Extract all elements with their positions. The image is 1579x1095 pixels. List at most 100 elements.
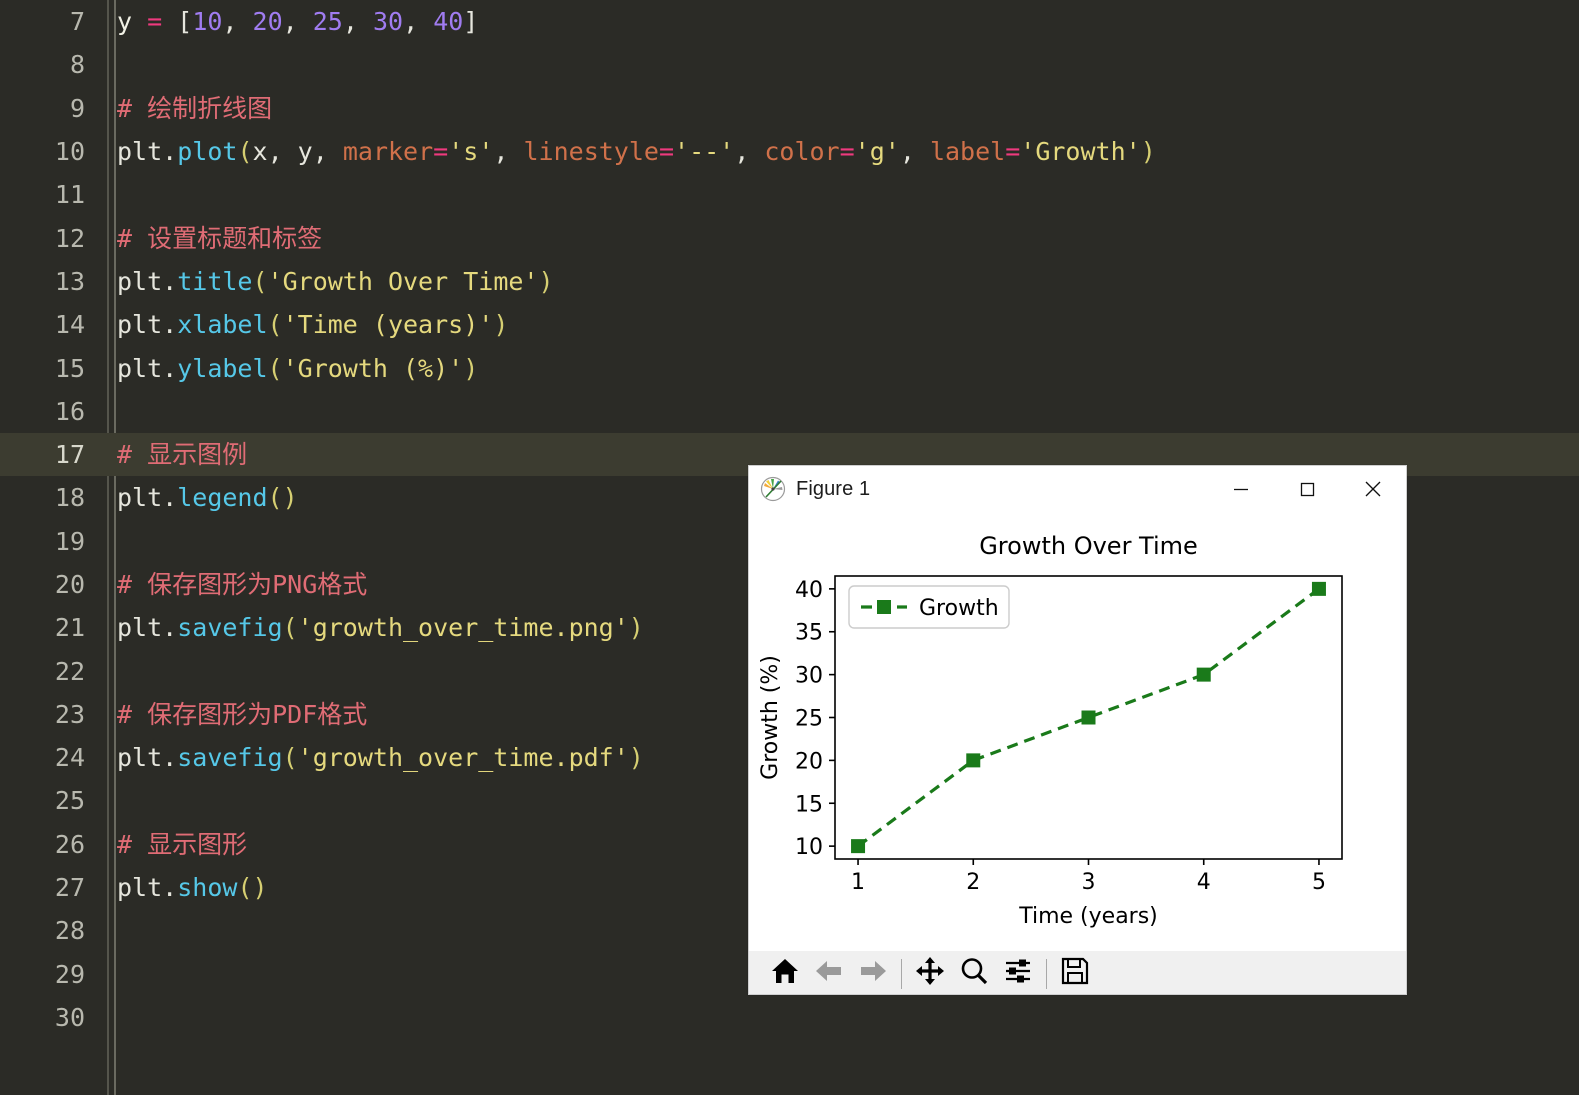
toolbar-separator <box>901 958 902 989</box>
line-number: 13 <box>54 266 85 296</box>
code-token: plt <box>117 613 163 643</box>
code-token: 'Time (years)' <box>282 310 494 340</box>
forward-arrow-icon <box>858 956 888 991</box>
window-title-bar[interactable]: Figure 1 <box>749 466 1406 512</box>
floppy-save-icon <box>1060 956 1090 991</box>
maximize-button[interactable] <box>1274 466 1340 512</box>
code-token: . <box>162 137 178 167</box>
code-text: # 显示图例 <box>107 442 1579 467</box>
code-token: . <box>162 353 178 383</box>
back-button[interactable] <box>807 954 851 994</box>
chart-title: Growth Over Time <box>979 532 1198 560</box>
code-line[interactable]: 12 # 设置标题和标签 <box>0 216 1579 259</box>
code-token: . <box>162 743 178 773</box>
code-token: plt <box>117 310 163 340</box>
code-text: plt.plot(x, y, marker='s', linestyle='--… <box>107 139 1579 164</box>
code-token: plot <box>177 137 238 167</box>
code-line[interactable]: 13 plt.title('Growth Over Time') <box>0 260 1579 303</box>
line-number: 26 <box>54 829 85 859</box>
x-tick-label: 5 <box>1312 870 1326 895</box>
home-icon <box>770 956 800 991</box>
code-token: , <box>403 7 434 37</box>
code-token: () <box>267 483 298 513</box>
code-token: ( <box>237 137 253 167</box>
code-token: marker <box>342 137 434 167</box>
code-text: plt.xlabel('Time (years)') <box>107 312 1579 337</box>
forward-button[interactable] <box>851 954 895 994</box>
code-token: , <box>267 137 298 167</box>
line-number: 14 <box>54 310 85 340</box>
line-number: 8 <box>69 50 85 80</box>
code-token: ) <box>463 353 479 383</box>
code-token: ) <box>493 310 509 340</box>
code-line[interactable]: 15 plt.ylabel('Growth (%)') <box>0 346 1579 389</box>
line-number: 15 <box>54 353 85 383</box>
y-tick-label: 35 <box>795 621 823 646</box>
code-token: savefig <box>177 743 283 773</box>
code-token: 10 <box>192 7 223 37</box>
matplotlib-icon <box>760 476 786 502</box>
code-token: # 绘制折线图 <box>117 93 273 123</box>
code-token: y <box>117 7 133 37</box>
code-token: , <box>734 137 765 167</box>
code-token: # 设置标题和标签 <box>117 223 323 253</box>
line-number: 25 <box>54 786 85 816</box>
code-line[interactable]: 9 # 绘制折线图 <box>0 87 1579 130</box>
code-token: ( <box>282 743 298 773</box>
code-token: , <box>312 137 343 167</box>
code-token: [ <box>177 7 193 37</box>
minimize-button[interactable] <box>1208 466 1274 512</box>
x-axis-label: Time (years) <box>1018 904 1158 929</box>
close-button[interactable] <box>1340 466 1406 512</box>
back-arrow-icon <box>814 956 844 991</box>
code-text: plt.title('Growth Over Time') <box>107 269 1579 294</box>
figure-canvas[interactable]: Growth Over Time 10 15 20 25 30 35 40 1 2 3 4 5 Time … <box>749 512 1406 951</box>
line-number: 9 <box>69 93 85 123</box>
code-token: = <box>839 137 855 167</box>
code-line[interactable]: 10 plt.plot(x, y, marker='s', linestyle='… <box>0 130 1579 173</box>
line-number: 12 <box>54 223 85 253</box>
zoom-button[interactable] <box>952 954 996 994</box>
code-token: = <box>147 7 163 37</box>
code-token: # 保存图形为PDF格式 <box>117 699 368 729</box>
sliders-icon <box>1003 956 1033 991</box>
legend-marker-sample <box>877 600 891 614</box>
code-line[interactable]: 30 <box>0 996 1579 1039</box>
data-point-marker <box>1196 667 1211 682</box>
home-button[interactable] <box>763 954 807 994</box>
code-token: ) <box>628 743 644 773</box>
code-token: , <box>282 7 313 37</box>
code-token: 'growth_over_time.png' <box>297 613 629 643</box>
line-number: 18 <box>54 483 85 513</box>
code-line[interactable]: 7 y = [10, 20, 25, 30, 40] <box>0 0 1579 43</box>
line-number: 10 <box>54 137 85 167</box>
code-token: 30 <box>372 7 404 37</box>
toolbar-separator <box>1046 958 1047 989</box>
y-tick-label: 20 <box>795 749 823 774</box>
code-token: color <box>764 137 840 167</box>
y-tick-label: 10 <box>795 835 823 860</box>
code-line[interactable]: 8 <box>0 43 1579 86</box>
code-token: ) <box>538 266 554 296</box>
code-token: 25 <box>312 7 343 37</box>
figure-toolbar[interactable] <box>749 951 1406 994</box>
code-line[interactable]: 14 plt.xlabel('Time (years)') <box>0 303 1579 346</box>
y-tick-label: 25 <box>795 707 823 732</box>
pan-button[interactable] <box>908 954 952 994</box>
line-number: 19 <box>54 526 85 556</box>
code-token: legend <box>177 483 268 513</box>
configure-button[interactable] <box>996 954 1040 994</box>
code-token: plt <box>117 137 163 167</box>
code-token: plt <box>117 353 163 383</box>
save-button[interactable] <box>1053 954 1097 994</box>
code-line[interactable]: 11 <box>0 173 1579 216</box>
code-line[interactable]: 16 <box>0 390 1579 433</box>
y-tick-label: 15 <box>795 792 823 817</box>
data-point-marker <box>851 839 866 854</box>
x-tick-label: 3 <box>1082 870 1096 895</box>
figure-window[interactable]: Figure 1 Growth Over Time 10 15 20 25 30… <box>748 465 1407 995</box>
code-token: 20 <box>252 7 283 37</box>
code-token: y <box>297 137 313 167</box>
